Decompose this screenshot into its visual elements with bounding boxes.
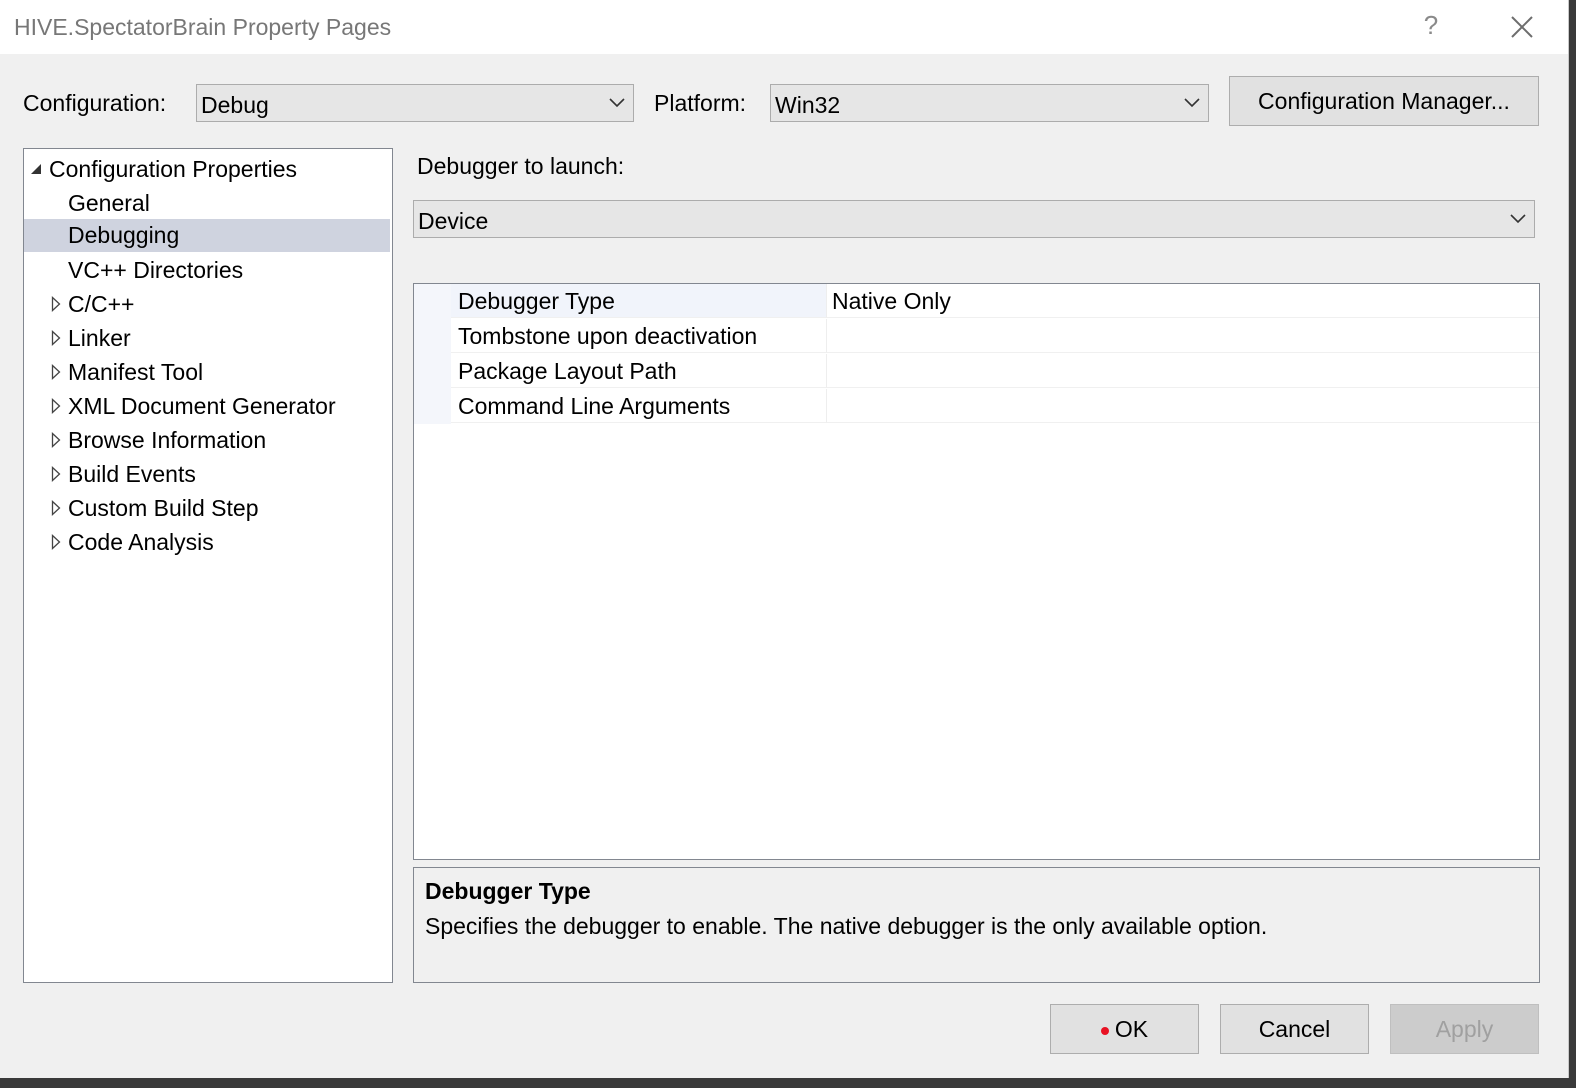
property-row-tombstone[interactable]: Tombstone upon deactivation xyxy=(414,319,1539,354)
tree-item-label: General xyxy=(68,190,150,216)
configuration-value: Debug xyxy=(201,92,269,118)
tree-item-label: C/C++ xyxy=(68,291,135,317)
property-value[interactable] xyxy=(827,319,1539,353)
debugger-to-launch-dropdown[interactable]: Device xyxy=(413,200,1535,238)
tree-item-build-events[interactable]: Build Events xyxy=(24,458,390,491)
property-row-package-layout-path[interactable]: Package Layout Path xyxy=(414,354,1539,389)
property-row-command-line-arguments[interactable]: Command Line Arguments xyxy=(414,389,1539,424)
ok-label: OK xyxy=(1114,1016,1149,1042)
property-value[interactable]: Native Only xyxy=(827,284,1539,318)
tree-item-c-cpp[interactable]: C/C++ xyxy=(24,288,390,321)
tree-item-custom-build-step[interactable]: Custom Build Step xyxy=(24,492,390,525)
tree-item-label: Browse Information xyxy=(68,427,267,453)
close-icon xyxy=(1511,16,1533,38)
tree-item-label: Custom Build Step xyxy=(68,495,259,521)
property-name: Debugger Type xyxy=(451,284,827,318)
configuration-label: Configuration: xyxy=(23,90,167,116)
collapsed-triangle-icon[interactable] xyxy=(51,534,61,550)
tree-item-label: Manifest Tool xyxy=(68,359,204,385)
debugger-to-launch-value: Device xyxy=(418,208,489,234)
row-margin xyxy=(414,319,451,354)
collapsed-triangle-icon[interactable] xyxy=(51,398,61,414)
cancel-button[interactable]: Cancel xyxy=(1220,1004,1369,1054)
property-value[interactable] xyxy=(827,389,1539,423)
tree-item-label: Linker xyxy=(68,325,131,351)
description-panel: Debugger Type Specifies the debugger to … xyxy=(413,867,1540,983)
tree-item-linker[interactable]: Linker xyxy=(24,322,390,355)
apply-button[interactable]: Apply xyxy=(1390,1004,1539,1054)
configuration-manager-button[interactable]: Configuration Manager... xyxy=(1229,76,1539,126)
title-bar: HIVE.SpectatorBrain Property Pages ? xyxy=(0,0,1568,54)
property-row-debugger-type[interactable]: Debugger Type Native Only xyxy=(414,284,1539,319)
chevron-down-icon xyxy=(1510,214,1526,224)
tree-item-label: Code Analysis xyxy=(68,529,214,555)
property-tree: Configuration Properties General Debuggi… xyxy=(23,148,393,983)
collapsed-triangle-icon[interactable] xyxy=(51,296,61,312)
window-title: HIVE.SpectatorBrain Property Pages xyxy=(14,14,392,40)
description-text: Specifies the debugger to enable. The na… xyxy=(425,913,1268,939)
chevron-down-icon xyxy=(609,98,625,108)
tree-item-debugging[interactable]: Debugging xyxy=(24,219,390,252)
tree-item-label: Configuration Properties xyxy=(49,156,298,182)
configuration-dropdown[interactable]: Debug xyxy=(196,84,634,122)
collapsed-triangle-icon[interactable] xyxy=(51,500,61,516)
collapsed-triangle-icon[interactable] xyxy=(51,432,61,448)
tree-item-xml-document-generator[interactable]: XML Document Generator xyxy=(24,390,390,423)
tree-item-code-analysis[interactable]: Code Analysis xyxy=(24,526,390,559)
collapsed-triangle-icon[interactable] xyxy=(51,466,61,482)
close-button[interactable] xyxy=(1507,12,1537,42)
collapsed-triangle-icon[interactable] xyxy=(51,330,61,346)
property-grid: Debugger Type Native Only Tombstone upon… xyxy=(413,283,1540,860)
tree-item-general[interactable]: General xyxy=(24,187,390,220)
tree-item-label: VC++ Directories xyxy=(68,257,244,283)
row-margin xyxy=(414,354,451,389)
property-name: Command Line Arguments xyxy=(451,389,827,423)
tree-item-configuration-properties[interactable]: Configuration Properties xyxy=(24,153,390,186)
row-margin xyxy=(414,284,451,319)
description-title: Debugger Type xyxy=(425,878,591,904)
chevron-down-icon xyxy=(1184,98,1200,108)
ok-button[interactable]: OK xyxy=(1050,1004,1199,1054)
tree-item-manifest-tool[interactable]: Manifest Tool xyxy=(24,356,390,389)
collapsed-triangle-icon[interactable] xyxy=(51,364,61,380)
platform-label: Platform: xyxy=(654,90,747,116)
focus-dot-icon xyxy=(1100,1026,1109,1035)
property-pages-dialog: HIVE.SpectatorBrain Property Pages ? Con… xyxy=(0,0,1569,1078)
tree-item-label: Debugging xyxy=(68,222,180,248)
tree-item-vc-directories[interactable]: VC++ Directories xyxy=(24,254,390,287)
property-name: Package Layout Path xyxy=(451,354,827,388)
tree-item-label: Build Events xyxy=(68,461,196,487)
expanded-triangle-icon[interactable] xyxy=(30,163,42,175)
row-margin xyxy=(414,389,451,424)
property-name: Tombstone upon deactivation xyxy=(451,319,827,353)
tree-item-label: XML Document Generator xyxy=(68,393,336,419)
debugger-to-launch-label: Debugger to launch: xyxy=(417,153,625,179)
tree-item-browse-information[interactable]: Browse Information xyxy=(24,424,390,457)
platform-dropdown[interactable]: Win32 xyxy=(770,84,1209,122)
property-value[interactable] xyxy=(827,354,1539,388)
platform-value: Win32 xyxy=(775,92,841,118)
help-button[interactable]: ? xyxy=(1421,10,1441,41)
